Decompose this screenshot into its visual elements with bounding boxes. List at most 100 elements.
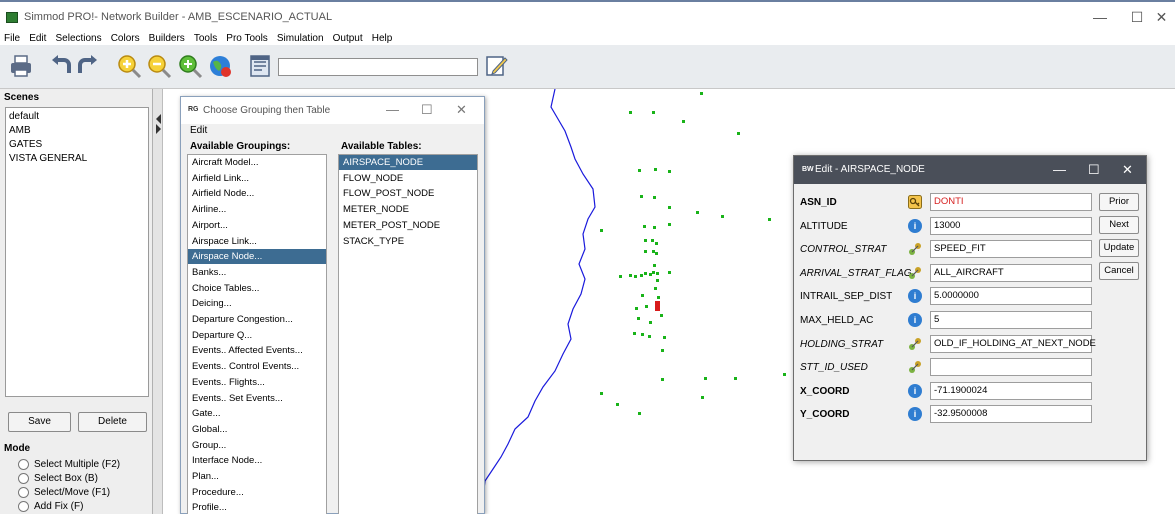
radio-button-icon[interactable] (18, 487, 29, 498)
grouping-minimize-button[interactable]: — (386, 102, 399, 117)
airspace-node-marker[interactable] (652, 250, 655, 253)
grouping-item[interactable]: Events.. Control Events... (188, 359, 326, 374)
airspace-node-marker[interactable] (663, 336, 666, 339)
info-icon[interactable]: i (908, 383, 922, 398)
airspace-node-marker[interactable] (654, 168, 657, 171)
airspace-node-marker[interactable] (768, 218, 771, 221)
airspace-nodes[interactable] (600, 92, 786, 415)
grouping-window-titlebar[interactable]: RG Choose Grouping then Table — ☐ ✕ (181, 97, 484, 124)
airspace-node-marker[interactable] (737, 132, 740, 135)
cancel-button[interactable]: Cancel (1099, 262, 1139, 280)
airspace-node-marker[interactable] (704, 377, 707, 380)
grouping-item[interactable]: Profile... (188, 500, 326, 514)
airspace-node-marker[interactable] (682, 120, 685, 123)
field-value-input[interactable]: 5 (930, 311, 1092, 329)
airspace-node-marker[interactable] (633, 332, 636, 335)
menu-colors[interactable]: Colors (111, 33, 140, 45)
airspace-node-marker[interactable] (640, 195, 643, 198)
menu-tools[interactable]: Tools (194, 33, 217, 45)
grouping-item[interactable]: Airfield Link... (188, 171, 326, 186)
menu-builders[interactable]: Builders (149, 33, 185, 45)
airspace-node-marker[interactable] (668, 170, 671, 173)
airspace-node-marker[interactable] (649, 273, 652, 276)
grouping-item[interactable]: Gate... (188, 406, 326, 421)
airspace-node-marker[interactable] (634, 275, 637, 278)
airspace-node-marker[interactable] (655, 252, 658, 255)
airspace-node-marker[interactable] (661, 349, 664, 352)
update-button[interactable]: Update (1099, 239, 1139, 257)
link-icon[interactable] (908, 337, 922, 351)
airspace-node-marker[interactable] (653, 196, 656, 199)
field-value-input[interactable]: SPEED_FIT (930, 240, 1092, 259)
airspace-node-marker[interactable] (783, 373, 786, 376)
grouping-item[interactable]: Airspace Link... (188, 234, 326, 249)
field-value-input[interactable]: -32.9500008 (930, 405, 1092, 424)
info-icon[interactable]: i (908, 407, 922, 422)
scene-item[interactable]: GATES (9, 139, 42, 150)
grouping-item[interactable]: Airport... (188, 218, 326, 233)
airspace-node-marker[interactable] (645, 305, 648, 308)
grouping-item[interactable]: Deicing... (188, 296, 326, 311)
grouping-item[interactable]: Events.. Set Events... (188, 391, 326, 406)
grouping-item[interactable]: Events.. Flights... (188, 375, 326, 390)
field-value-input[interactable]: -71.1900024 (930, 381, 1092, 400)
airspace-node-marker[interactable] (637, 317, 640, 320)
airspace-node-marker[interactable] (700, 92, 703, 95)
airspace-node-marker[interactable] (653, 226, 656, 229)
airspace-node-marker[interactable] (629, 111, 632, 114)
zoom-fit-icon[interactable] (177, 53, 203, 79)
link-icon[interactable] (908, 360, 922, 374)
grouping-item[interactable]: Departure Congestion... (188, 312, 326, 327)
grouping-item[interactable]: Procedure... (188, 485, 326, 500)
table-item[interactable]: STACK_TYPE (339, 234, 477, 249)
airspace-node-marker[interactable] (651, 239, 654, 242)
zoom-in-icon[interactable] (116, 53, 142, 79)
menu-selections[interactable]: Selections (55, 33, 101, 45)
scenes-list[interactable]: default AMB GATES VISTA GENERAL (5, 107, 149, 397)
delete-scene-button[interactable]: Delete (78, 412, 147, 432)
edit-window-titlebar[interactable]: BW Edit - AIRSPACE_NODE — ☐ ✕ (794, 156, 1146, 184)
grouping-item[interactable]: Aircraft Model... (188, 155, 326, 170)
mode-option-add-fix[interactable]: Add Fix (F) (18, 501, 83, 512)
airspace-node-marker[interactable] (668, 223, 671, 226)
grouping-item[interactable]: Global... (188, 422, 326, 437)
airspace-node-marker[interactable] (619, 275, 622, 278)
grouping-maximize-button[interactable]: ☐ (421, 102, 433, 118)
grouping-item[interactable]: Airfield Node... (188, 186, 326, 201)
airspace-node-marker[interactable] (638, 169, 641, 172)
airspace-node-marker[interactable] (643, 225, 646, 228)
scene-item[interactable]: AMB (9, 125, 31, 136)
table-item[interactable]: AIRSPACE_NODE (339, 155, 477, 170)
grouping-item[interactable]: Interface Node... (188, 453, 326, 468)
info-icon[interactable]: i (908, 313, 922, 327)
next-button[interactable]: Next (1099, 216, 1139, 234)
airspace-node-marker[interactable] (656, 272, 659, 275)
mode-option-select-move[interactable]: Select/Move (F1) (18, 487, 110, 498)
prior-button[interactable]: Prior (1099, 193, 1139, 211)
airspace-node-marker[interactable] (644, 239, 647, 242)
airspace-node-marker[interactable] (657, 296, 660, 299)
airspace-node-marker[interactable] (652, 111, 655, 114)
airspace-node-marker[interactable] (638, 412, 641, 415)
grouping-item[interactable]: Airspace Node... (188, 249, 326, 265)
save-scene-button[interactable]: Save (8, 412, 71, 432)
airspace-node-marker[interactable] (629, 274, 632, 277)
redo-icon[interactable] (74, 53, 100, 79)
zoom-out-icon[interactable] (146, 53, 172, 79)
radio-button-icon[interactable] (18, 473, 29, 484)
menu-edit[interactable]: Edit (29, 33, 46, 45)
airspace-node-marker[interactable] (644, 272, 647, 275)
airspace-node-marker[interactable] (655, 242, 658, 245)
field-value-input[interactable]: OLD_IF_HOLDING_AT_NEXT_NODE (930, 334, 1096, 353)
radio-button-icon[interactable] (18, 459, 29, 470)
edit-pencil-icon[interactable] (483, 53, 509, 79)
grouping-item[interactable]: Banks... (188, 265, 326, 280)
airspace-node-marker[interactable] (656, 279, 659, 282)
mode-option-select-box[interactable]: Select Box (B) (18, 473, 98, 484)
field-value-input[interactable]: 13000 (930, 216, 1092, 235)
table-item[interactable]: METER_NODE (339, 202, 477, 217)
link-icon[interactable] (908, 266, 922, 280)
airspace-node-marker[interactable] (600, 229, 603, 232)
expand-right-icon[interactable] (156, 124, 162, 134)
airspace-node-marker[interactable] (668, 206, 671, 209)
